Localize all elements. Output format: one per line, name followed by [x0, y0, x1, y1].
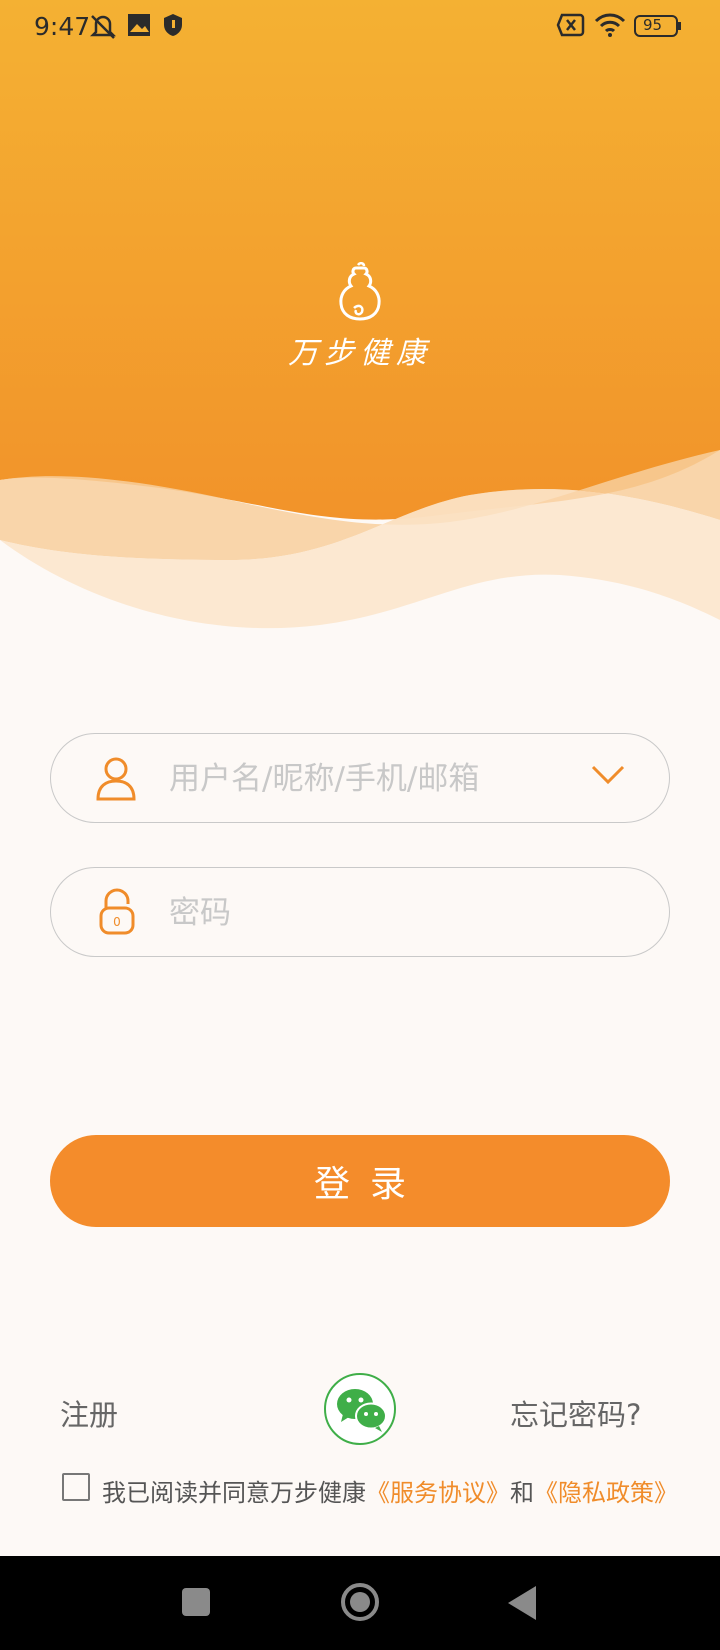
- agreement-row: 我已阅读并同意万步健康《服务协议》和《隐私政策》: [62, 1473, 702, 1507]
- password-field[interactable]: 0: [50, 867, 670, 957]
- user-icon: [95, 756, 137, 806]
- username-field[interactable]: [50, 733, 670, 823]
- agreement-prefix: 我已阅读并同意万步健康: [102, 1479, 366, 1507]
- login-button[interactable]: 登录: [50, 1135, 670, 1227]
- sim-off-icon: [556, 12, 586, 42]
- lock-icon: 0: [99, 888, 135, 940]
- wechat-login-button[interactable]: [324, 1373, 396, 1445]
- svg-text:0: 0: [113, 915, 121, 929]
- image-icon: [126, 12, 152, 42]
- register-link[interactable]: 注册: [60, 1392, 118, 1434]
- agreement-text: 我已阅读并同意万步健康《服务协议》和《隐私政策》: [102, 1473, 678, 1508]
- wifi-icon: [594, 12, 626, 42]
- shield-icon: [162, 12, 184, 42]
- chevron-down-icon[interactable]: [591, 764, 625, 790]
- agreement-checkbox[interactable]: [62, 1473, 90, 1501]
- status-time: 9:47: [34, 12, 91, 41]
- forgot-password-link[interactable]: 忘记密码?: [510, 1392, 641, 1434]
- battery-icon: 95: [634, 14, 682, 42]
- back-icon[interactable]: [508, 1586, 536, 1620]
- privacy-policy-link[interactable]: 《隐私政策》: [534, 1479, 678, 1507]
- system-navigation-bar: [0, 1556, 720, 1650]
- gourd-logo-icon: [334, 261, 386, 328]
- username-input[interactable]: [169, 754, 569, 804]
- wechat-icon: [337, 1389, 387, 1432]
- password-input[interactable]: [169, 888, 569, 938]
- agreement-conjunction: 和: [510, 1479, 534, 1507]
- service-agreement-link[interactable]: 《服务协议》: [366, 1479, 510, 1507]
- home-icon[interactable]: [341, 1583, 379, 1621]
- status-bar: 9:47 95: [0, 0, 720, 54]
- battery-level: 95: [643, 16, 663, 34]
- app-name: 万步健康: [288, 336, 432, 371]
- recent-apps-icon[interactable]: [182, 1588, 210, 1616]
- mute-bell-icon: [88, 12, 118, 44]
